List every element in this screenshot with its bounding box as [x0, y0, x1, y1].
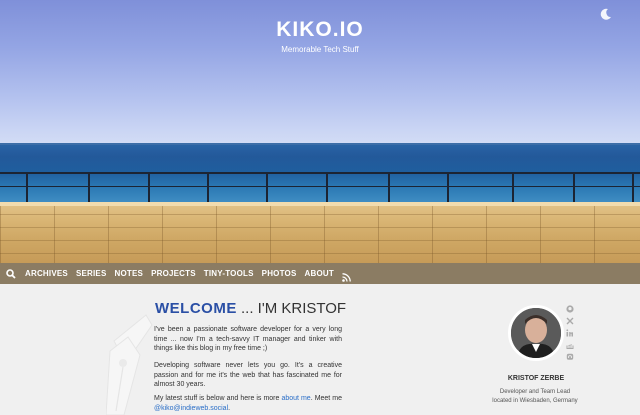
- meet-text: . Meet me: [310, 395, 343, 402]
- sea-area: [0, 144, 640, 206]
- railing-post: [573, 172, 575, 205]
- nav-item-photos[interactable]: PHOTOS: [262, 269, 297, 278]
- railing-post: [266, 172, 268, 205]
- nav-item-about[interactable]: ABOUT: [305, 269, 334, 278]
- latest-text: My latest stuff is below and here is mor…: [154, 395, 282, 402]
- period-text: .: [228, 404, 231, 412]
- stone-wall-top: [0, 202, 640, 206]
- railing-post: [207, 172, 209, 205]
- railing-top: [0, 172, 640, 174]
- github-icon[interactable]: [565, 304, 575, 314]
- horizon-line: [0, 143, 640, 145]
- intro-paragraph: I've been a passionate software develope…: [154, 326, 342, 352]
- welcome-highlight: WELCOME: [155, 300, 237, 317]
- railing-post: [447, 172, 449, 205]
- welcome-rest: ... I'M KRISTOF: [236, 300, 347, 317]
- site-title[interactable]: KIKO.IO: [0, 18, 640, 42]
- railing-post: [88, 172, 90, 205]
- railing-post: [148, 172, 150, 205]
- nav-item-tiny-tools[interactable]: TINY-TOOLS: [204, 269, 254, 278]
- mastodon-icon[interactable]: [565, 352, 575, 362]
- fountain-pen-icon: [106, 314, 153, 415]
- avatar: [508, 305, 564, 361]
- nav-item-notes[interactable]: NOTES: [115, 269, 144, 278]
- site-subtitle: Memorable Tech Stuff: [281, 45, 359, 54]
- mastodon-handle-link[interactable]: @kiko@indieweb.social: [154, 405, 228, 412]
- profile-role: Developer and Team Lead: [499, 389, 571, 395]
- welcome-heading: WELCOME ... I'M KRISTOF: [155, 300, 346, 317]
- about-me-link[interactable]: about me: [281, 395, 310, 402]
- profile-location: located in Wiesbaden, Germany: [492, 398, 578, 404]
- search-icon[interactable]: [6, 268, 18, 280]
- rss-icon[interactable]: [342, 269, 352, 282]
- profile-name: KRISTOF ZERBE: [507, 375, 565, 382]
- railing-post: [388, 172, 390, 205]
- nav-item-series[interactable]: SERIES: [76, 269, 107, 278]
- stone-wall: [0, 202, 640, 263]
- stackoverflow-icon[interactable]: [565, 340, 575, 350]
- railing-post: [632, 172, 634, 205]
- railing-post: [326, 172, 328, 205]
- main-navigation: ARCHIVES SERIES NOTES PROJECTS TINY-TOOL…: [0, 263, 640, 284]
- moon-icon[interactable]: [599, 7, 613, 21]
- latest-paragraph: My latest stuff is below and here is mor…: [154, 394, 342, 413]
- railing-middle: [0, 186, 640, 187]
- railing-post: [512, 172, 514, 205]
- linkedin-icon[interactable]: [565, 328, 575, 338]
- x-icon[interactable]: [565, 316, 575, 326]
- passion-paragraph: Developing software never lets you go. I…: [154, 362, 342, 388]
- nav-item-archives[interactable]: ARCHIVES: [25, 269, 68, 278]
- railing-post: [26, 172, 28, 205]
- nav-item-projects[interactable]: PROJECTS: [151, 269, 196, 278]
